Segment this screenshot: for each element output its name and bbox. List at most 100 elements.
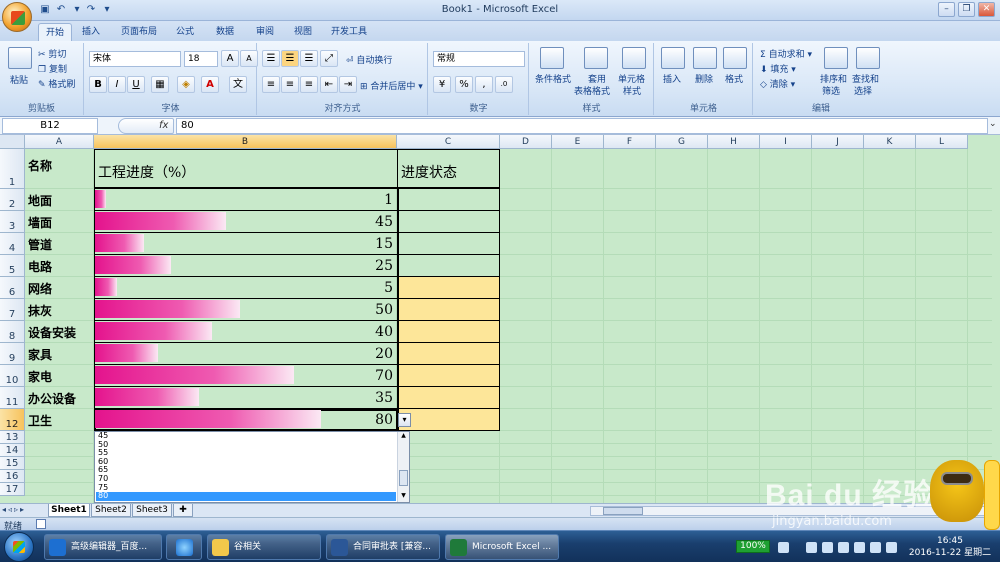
dropdown-option[interactable]: 55 [96,449,396,458]
bold-button[interactable]: B [89,76,107,93]
grow-font-button[interactable]: A [221,50,239,67]
macro-record-icon[interactable] [36,519,46,529]
font-size-select[interactable]: 18 [184,51,218,67]
row-header-14[interactable]: 14 [0,444,25,457]
progress-value[interactable]: 70 [95,368,396,387]
redo-icon[interactable]: ↷ [84,3,98,17]
align-left-button[interactable]: ≡ [262,76,280,93]
taskbar-item-editor[interactable]: 高级编辑器_百度... [44,534,162,560]
qq-icon[interactable] [822,542,833,553]
name-box[interactable]: B12 [2,118,98,134]
column-header-c[interactable]: C [397,135,500,149]
status-cell[interactable] [398,233,500,255]
progress-value[interactable]: 25 [95,258,396,277]
dropdown-option[interactable]: 80 [96,492,396,501]
shield-icon[interactable] [806,542,817,553]
progress-value[interactable]: 50 [95,302,396,321]
column-header-d[interactable]: D [500,135,552,149]
taskbar-item-folder[interactable]: 谷相关 [207,534,321,560]
clear-button[interactable]: ◇ 清除 ▾ [760,77,795,90]
sheet-tab-1[interactable]: Sheet1 [48,504,90,517]
progress-value[interactable]: 45 [95,214,396,233]
cell-styles-label-2[interactable]: 样式 [623,84,641,97]
progress-value[interactable]: 15 [95,236,396,255]
border-button[interactable]: ▦ [151,76,169,93]
tab-developer[interactable]: 开发工具 [326,23,372,41]
align-right-button[interactable]: ≡ [300,76,318,93]
column-header-a[interactable]: A [25,135,94,149]
battery-indicator[interactable]: 100% [736,540,770,553]
customize-qat-icon[interactable]: ▾ [100,3,114,17]
status-cell[interactable] [398,409,500,431]
name-cell[interactable]: 家具 [25,346,94,365]
fx-icon[interactable]: fx [159,120,168,131]
volume-icon[interactable] [854,542,865,553]
status-cell[interactable] [398,365,500,387]
row-header-1[interactable]: 1 [0,149,25,189]
row-header-13[interactable]: 13 [0,431,25,444]
number-format-select[interactable]: 常规 [433,51,525,67]
taskbar-item-excel[interactable]: Microsoft Excel ... [445,534,559,560]
row-header-4[interactable]: 4 [0,233,25,255]
side-widget[interactable] [984,460,1000,530]
sort-filter-label-2[interactable]: 筛选 [822,84,840,97]
column-header-k[interactable]: K [864,135,916,149]
scroll-up-icon[interactable]: ▲ [399,432,408,441]
name-cell[interactable]: 卫生 [25,412,94,431]
save-icon[interactable]: ▣ [38,3,52,17]
expand-formula-bar-icon[interactable]: ⌄ [989,119,999,133]
formula-input[interactable]: 80 [176,118,988,134]
dropdown-option[interactable]: 50 [96,440,396,450]
format-painter-button[interactable]: ✎ 格式刷 [38,77,75,90]
copy-button[interactable]: ❐ 复制 [38,62,67,75]
status-cell[interactable] [398,299,500,321]
status-cell[interactable] [398,211,500,233]
office-button[interactable] [2,2,32,32]
phonetic-button[interactable]: 文 [229,76,247,93]
status-cell[interactable] [398,277,500,299]
column-header-j[interactable]: J [812,135,864,149]
flag-icon[interactable] [886,542,897,553]
progress-value[interactable]: 5 [95,280,396,299]
conditional-format-button[interactable]: 条件格式 [535,72,571,85]
select-all-corner[interactable] [0,135,25,149]
tab-data[interactable]: 数据 [210,23,240,41]
font-color-button[interactable]: A [201,76,219,93]
status-cell[interactable] [398,255,500,277]
comma-button[interactable]: , [475,76,493,93]
row-header-15[interactable]: 15 [0,457,25,470]
close-button[interactable]: ✕ [978,2,995,17]
horizontal-scroll-thumb[interactable] [603,507,643,515]
progress-value[interactable]: 40 [95,324,396,343]
fill-button[interactable]: ⬇ 填充 ▾ [760,62,796,75]
shrink-font-button[interactable]: A [240,50,258,67]
tab-review[interactable]: 审阅 [250,23,280,41]
worksheet-grid[interactable]: ABCDEFGHIJKL 1 2 3 4 5 6 7 8 9 10 11 12 13 14 15 16 17 名… [0,135,992,503]
dropdown-option[interactable]: 45 [96,432,396,441]
validation-dropdown-list[interactable]: 45 50 55 60 65 70 75 80 ▲ ▼ [94,431,410,503]
status-cell[interactable] [398,321,500,343]
tab-page-layout[interactable]: 页面布局 [114,23,164,41]
dropdown-arrow-icon[interactable]: ▾ [398,413,411,427]
row-header-6[interactable]: 6 [0,277,25,299]
scroll-thumb[interactable] [399,470,408,486]
row-header-5[interactable]: 5 [0,255,25,277]
name-cell[interactable]: 地面 [25,192,94,211]
name-cell[interactable]: 电路 [25,258,94,277]
row-header-11[interactable]: 11 [0,387,25,409]
wrap-text-button[interactable]: ⏎ 自动换行 [346,53,392,66]
row-header-2[interactable]: 2 [0,189,25,211]
align-top-button[interactable]: ☰ [262,50,280,67]
progress-value[interactable]: 35 [95,390,396,409]
align-center-button[interactable]: ≡ [281,76,299,93]
header-status-cell[interactable]: 进度状态 [398,149,500,189]
scroll-down-icon[interactable]: ▼ [399,492,408,501]
table-format-label-2[interactable]: 表格格式 [574,84,610,97]
network-icon[interactable] [838,542,849,553]
name-cell[interactable]: 管道 [25,236,94,255]
delete-cells-button[interactable]: 删除 [695,72,713,85]
row-header-12[interactable]: 12 [0,409,25,431]
header-name-cell[interactable]: 名称 [25,157,94,181]
header-progress-cell[interactable]: 工程进度（%） [94,149,398,189]
progress-value[interactable]: 80 [95,412,396,431]
